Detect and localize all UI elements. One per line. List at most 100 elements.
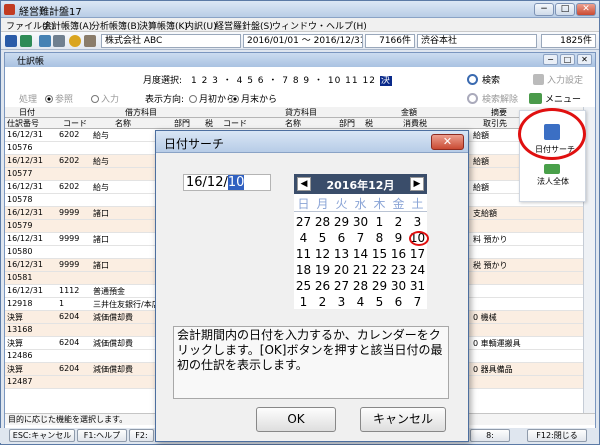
print-icon[interactable] — [53, 35, 65, 47]
search-button[interactable]: 検索 — [467, 73, 500, 86]
menu-button[interactable]: メニュー — [529, 92, 581, 105]
magnifier-clear-icon — [467, 93, 478, 104]
calendar-day[interactable]: 11 — [294, 246, 313, 262]
export-icon[interactable] — [20, 35, 32, 47]
calendar-month: 2016年12月 — [326, 179, 395, 192]
cancel-button[interactable]: キャンセル — [360, 407, 446, 432]
esc-key-button[interactable]: ESC:キャンセル — [9, 429, 75, 442]
calendar-day[interactable]: 3 — [408, 214, 427, 230]
calendar-day[interactable]: 5 — [313, 230, 332, 246]
row-memo: 給額 — [473, 157, 489, 166]
record-count-2: 1825件 — [541, 34, 596, 48]
calendar-day[interactable]: 27 — [332, 278, 351, 294]
from-end-radio[interactable]: 月末から — [231, 92, 277, 105]
branch-field[interactable]: 渋谷本社 — [417, 34, 537, 48]
calendar-day[interactable]: 6 — [389, 294, 408, 310]
calendar-day[interactable]: 25 — [294, 278, 313, 294]
row-date: 決算 — [7, 365, 23, 374]
ok-button[interactable]: OK — [256, 407, 336, 432]
f1-key-button[interactable]: F1:ヘルプ — [77, 429, 127, 442]
calendar-day[interactable]: 8 — [370, 230, 389, 246]
calendar-day[interactable]: 14 — [351, 246, 370, 262]
dialog-title: 日付サーチ — [164, 137, 225, 151]
calendar-day[interactable]: 26 — [313, 278, 332, 294]
date-input[interactable]: 16/12/10 — [183, 174, 271, 191]
weekday-label: 水 — [354, 197, 367, 211]
calendar-day[interactable]: 28 — [313, 214, 332, 230]
period-field[interactable]: 2016/01/01 ～ 2016/12/31 — [243, 34, 363, 48]
calendar-day[interactable]: 13 — [332, 246, 351, 262]
calendar-day[interactable]: 22 — [370, 262, 389, 278]
dialog-message: 会計期間内の日付を入力するか、カレンダーをクリックします。[OK]ボタンを押すと… — [173, 326, 449, 399]
menu-compass[interactable]: 経営羅針盤(S) — [215, 19, 273, 32]
calendar-day[interactable]: 23 — [389, 262, 408, 278]
calendar-day[interactable]: 27 — [294, 214, 313, 230]
close-button[interactable]: ✕ — [576, 3, 596, 16]
weekday-label: 火 — [335, 197, 348, 211]
save-icon[interactable] — [5, 35, 17, 47]
calendar-day[interactable]: 29 — [332, 214, 351, 230]
corp-all-button[interactable]: 法人全体 — [537, 176, 569, 187]
calendar-day[interactable]: 7 — [408, 294, 427, 310]
calendar-day[interactable]: 2 — [313, 294, 332, 310]
calendar-day[interactable]: 4 — [294, 230, 313, 246]
calendar-day[interactable]: 18 — [294, 262, 313, 278]
calendar-day[interactable]: 3 — [332, 294, 351, 310]
from-start-radio[interactable]: 月初から — [189, 92, 235, 105]
calendar-day[interactable]: 6 — [332, 230, 351, 246]
header-credit-code: コード — [223, 119, 247, 128]
calendar-day[interactable]: 7 — [351, 230, 370, 246]
month-selector[interactable]: 1 2 3 ・ 4 5 6 ・ 7 8 9 ・ 10 11 12 決 — [191, 73, 392, 86]
journal-close-button[interactable]: ✕ — [577, 54, 592, 65]
calendar-day[interactable]: 24 — [408, 262, 427, 278]
calendar-day[interactable]: 2 — [389, 214, 408, 230]
calendar-day[interactable]: 1 — [294, 294, 313, 310]
mail-icon[interactable] — [39, 35, 51, 47]
company-field[interactable]: 株式会社 ABC — [101, 34, 241, 48]
calendar-day[interactable]: 19 — [313, 262, 332, 278]
menu-accounting[interactable]: 会計帳簿(A) — [43, 19, 92, 32]
calendar-day[interactable]: 28 — [351, 278, 370, 294]
calendar-day[interactable]: 1 — [370, 214, 389, 230]
next-month-button[interactable]: ▶ — [410, 177, 424, 191]
reference-radio[interactable]: 参照 — [45, 92, 73, 105]
row-name: 給与 — [93, 131, 109, 140]
calendar-day[interactable]: 20 — [332, 262, 351, 278]
maximize-button[interactable]: □ — [555, 3, 575, 16]
month-selected[interactable]: 決 — [379, 76, 392, 86]
menu-breakdown[interactable]: 内訳(U) — [185, 19, 217, 32]
calendar-day[interactable]: 30 — [351, 214, 370, 230]
row-memo: 0 器具備品 — [473, 365, 513, 374]
dialog-close-button[interactable]: ✕ — [431, 134, 464, 150]
journal-maximize-button[interactable]: □ — [560, 54, 575, 65]
calendar-day[interactable]: 4 — [351, 294, 370, 310]
f2-key-button[interactable]: F2: — [129, 429, 154, 442]
calendar-day[interactable]: 17 — [408, 246, 427, 262]
calendar-day[interactable]: 5 — [370, 294, 389, 310]
calendar-day[interactable]: 9 — [389, 230, 408, 246]
search-clear-button[interactable]: 検索解除 — [467, 92, 518, 105]
search-icon[interactable] — [69, 35, 81, 47]
journal-minimize-button[interactable]: − — [543, 54, 558, 65]
input-radio[interactable]: 入力 — [91, 92, 119, 105]
prev-month-button[interactable]: ◀ — [297, 177, 311, 191]
menu-analysis[interactable]: 分析帳簿(B) — [91, 19, 140, 32]
row-date: 10578 — [7, 195, 33, 204]
f12-key-button[interactable]: F12:閉じる — [527, 429, 587, 442]
month-list[interactable]: 1 2 3 ・ 4 5 6 ・ 7 8 9 ・ 10 11 12 — [191, 76, 376, 86]
company-icon[interactable] — [544, 164, 560, 174]
calendar-day[interactable]: 29 — [370, 278, 389, 294]
calendar-day[interactable]: 31 — [408, 278, 427, 294]
calendar-day[interactable]: 12 — [313, 246, 332, 262]
f8-key-button[interactable]: 8: — [470, 429, 510, 442]
input-settings-button[interactable]: 入力設定 — [533, 73, 583, 86]
calendar-day[interactable]: 16 — [389, 246, 408, 262]
settings-icon[interactable] — [84, 35, 96, 47]
record-count: 7166件 — [365, 34, 415, 48]
menu-window-help[interactable]: ウィンドウ・ヘルプ(H) — [272, 19, 367, 32]
calendar-day[interactable]: 30 — [389, 278, 408, 294]
calendar-day[interactable]: 15 — [370, 246, 389, 262]
calendar-day[interactable]: 21 — [351, 262, 370, 278]
menu-settlement[interactable]: 決算帳簿(K) — [139, 19, 188, 32]
minimize-button[interactable]: − — [534, 3, 554, 16]
